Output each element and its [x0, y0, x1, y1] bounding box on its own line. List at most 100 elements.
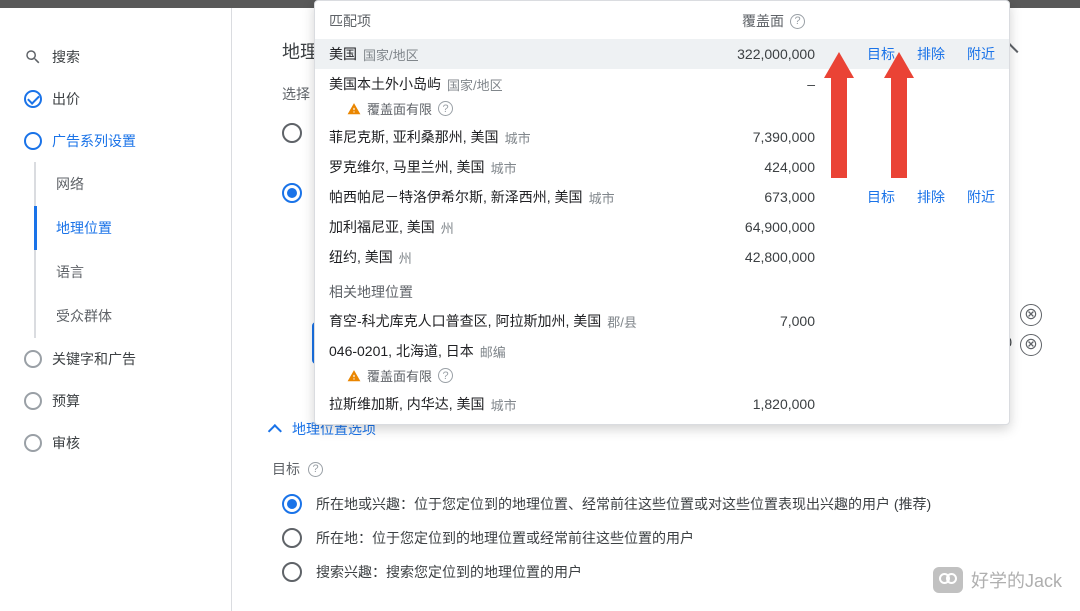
action-nearby[interactable]: 附近: [967, 44, 995, 64]
target-option-label: 所在地：位于您定位到的地理位置或经常前往这些位置的用户: [316, 528, 694, 548]
suggestion-row[interactable]: 拉斯维加斯, 内华达, 美国城市 1,820,000: [315, 389, 1009, 424]
reach-value: 322,000,000: [705, 46, 815, 62]
target-option-presence[interactable]: 所在地：位于您定位到的地理位置或经常前往这些位置的用户: [272, 521, 1080, 555]
radio-icon-checked: [282, 183, 302, 203]
chip-remove-icon[interactable]: ⊗: [1020, 334, 1042, 356]
sidebar-item-campaign-settings[interactable]: 广告系列设置: [0, 120, 231, 162]
action-nearby[interactable]: 附近: [967, 187, 995, 207]
reach-warning: 覆盖面有限 ?: [315, 366, 1009, 389]
action-target[interactable]: 目标: [867, 44, 895, 64]
loc-name: 加利福尼亚, 美国: [329, 217, 435, 237]
sidebar-label: 关键字和广告: [52, 349, 136, 369]
sidebar: 搜索 出价 广告系列设置 网络 地理位置 语言 受众群体 关键字和广告 预算 审…: [0, 8, 232, 611]
radio-icon: [282, 562, 302, 582]
header-reach: 覆盖面 ?: [742, 11, 805, 31]
dropdown-header: 匹配项 覆盖面 ?: [315, 1, 1009, 39]
help-icon[interactable]: ?: [438, 101, 453, 116]
reach-value: 64,900,000: [705, 219, 815, 235]
reach-value: 42,800,000: [705, 249, 815, 265]
suggestion-row[interactable]: 育空-科尤库克人口普查区, 阿拉斯加州, 美国郡/县 7,000: [315, 306, 1009, 336]
check-circle-icon: [22, 88, 44, 110]
loc-type: 郡/县: [607, 312, 637, 331]
suggestion-row[interactable]: 罗克维尔, 马里兰州, 美国城市 424,000: [315, 152, 1009, 182]
target-label: 目标: [272, 459, 300, 479]
header-matches: 匹配项: [329, 11, 742, 31]
chevron-icon: [272, 421, 286, 437]
warning-icon: [347, 369, 361, 383]
help-icon[interactable]: ?: [790, 14, 805, 29]
loc-type: 城市: [505, 128, 531, 147]
loc-name: 菲尼克斯, 亚利桑那州, 美国: [329, 127, 499, 147]
sidebar-label: 预算: [52, 391, 80, 411]
chip-remove-icon[interactable]: ⊗: [1020, 304, 1042, 326]
loc-type: 国家/地区: [447, 75, 503, 94]
sidebar-subitems: 网络 地理位置 语言 受众群体: [34, 162, 231, 338]
sidebar-item-bidding[interactable]: 出价: [0, 78, 231, 120]
wechat-icon: [933, 567, 963, 593]
sidebar-label: 审核: [52, 433, 80, 453]
loc-name: 046-0201, 北海道, 日本: [329, 341, 474, 361]
sidebar-item-review[interactable]: 审核: [0, 422, 231, 464]
sidebar-sub-audiences[interactable]: 受众群体: [36, 294, 231, 338]
sidebar-sub-languages[interactable]: 语言: [36, 250, 231, 294]
help-icon[interactable]: ?: [438, 368, 453, 383]
loc-name: 育空-科尤库克人口普查区, 阿拉斯加州, 美国: [329, 311, 601, 331]
sidebar-label: 出价: [52, 89, 80, 109]
circle-open-icon: [22, 390, 44, 412]
sidebar-label: 广告系列设置: [52, 131, 136, 151]
help-icon[interactable]: ?: [308, 462, 323, 477]
loc-type: 州: [399, 248, 412, 267]
radio-icon: [282, 123, 302, 143]
action-exclude[interactable]: 排除: [917, 44, 945, 64]
circle-open-icon: [22, 130, 44, 152]
loc-type: 国家/地区: [363, 45, 419, 64]
suggestion-row[interactable]: 美国国家/地区 322,000,000 目标 排除 附近: [315, 39, 1009, 69]
loc-type: 州: [441, 218, 454, 237]
reach-value: 7,390,000: [705, 129, 815, 145]
card-title: 地理: [282, 38, 318, 64]
reach-value: 1,820,000: [705, 396, 815, 412]
sidebar-item-search[interactable]: 搜索: [0, 36, 231, 78]
circle-open-icon: [22, 432, 44, 454]
action-exclude[interactable]: 排除: [917, 187, 945, 207]
loc-name: 帕西帕尼－特洛伊希尔斯, 新泽西州, 美国: [329, 187, 583, 207]
suggestion-row[interactable]: 纽约, 美国州 42,800,000: [315, 242, 1009, 272]
target-option-presence-interest[interactable]: 所在地或兴趣：位于您定位到的地理位置、经常前往这些位置或对这些位置表现出兴趣的用…: [272, 487, 1080, 521]
search-icon: [22, 46, 44, 68]
reach-value: 7,000: [705, 313, 815, 329]
target-label-row: 目标 ?: [272, 459, 1080, 479]
target-option-label: 搜索兴趣：搜索您定位到的地理位置的用户: [316, 562, 582, 582]
loc-name: 纽约, 美国: [329, 247, 393, 267]
loc-type: 城市: [491, 395, 517, 414]
loc-name: 美国: [329, 44, 357, 64]
loc-name: 拉斯维加斯, 内华达, 美国: [329, 394, 485, 414]
loc-name: 罗克维尔, 马里兰州, 美国: [329, 157, 485, 177]
related-header: 相关地理位置: [315, 272, 1009, 306]
reach-warning: 覆盖面有限 ?: [315, 99, 1009, 122]
loc-type: 邮编: [480, 342, 506, 361]
suggestion-row[interactable]: 046-0201, 北海道, 日本邮编: [315, 336, 1009, 366]
target-option-label: 所在地或兴趣：位于您定位到的地理位置、经常前往这些位置或对这些位置表现出兴趣的用…: [316, 494, 931, 514]
location-suggestions-dropdown: 匹配项 覆盖面 ? 美国国家/地区 322,000,000 目标 排除 附近 美…: [314, 0, 1010, 425]
reach-value: –: [705, 76, 815, 92]
watermark-text: 好学的Jack: [971, 567, 1062, 593]
circle-open-icon: [22, 348, 44, 370]
reach-value: 424,000: [705, 159, 815, 175]
sidebar-sub-networks[interactable]: 网络: [36, 162, 231, 206]
suggestion-row[interactable]: 美国本土外小岛屿国家/地区 –: [315, 69, 1009, 99]
watermark: 好学的Jack: [933, 567, 1062, 593]
action-target[interactable]: 目标: [867, 187, 895, 207]
radio-icon: [282, 528, 302, 548]
sidebar-label: 搜索: [52, 47, 80, 67]
radio-icon-checked: [282, 494, 302, 514]
suggestion-row[interactable]: 帕西帕尼－特洛伊希尔斯, 新泽西州, 美国城市 673,000 目标 排除 附近: [315, 182, 1009, 212]
sidebar-item-budget[interactable]: 预算: [0, 380, 231, 422]
loc-type: 城市: [491, 158, 517, 177]
suggestion-row[interactable]: 菲尼克斯, 亚利桑那州, 美国城市 7,390,000: [315, 122, 1009, 152]
sidebar-sub-locations[interactable]: 地理位置: [34, 206, 231, 250]
sidebar-item-keywords-ads[interactable]: 关键字和广告: [0, 338, 231, 380]
reach-value: 673,000: [705, 189, 815, 205]
loc-name: 美国本土外小岛屿: [329, 74, 441, 94]
suggestion-row[interactable]: 加利福尼亚, 美国州 64,900,000: [315, 212, 1009, 242]
warning-icon: [347, 102, 361, 116]
